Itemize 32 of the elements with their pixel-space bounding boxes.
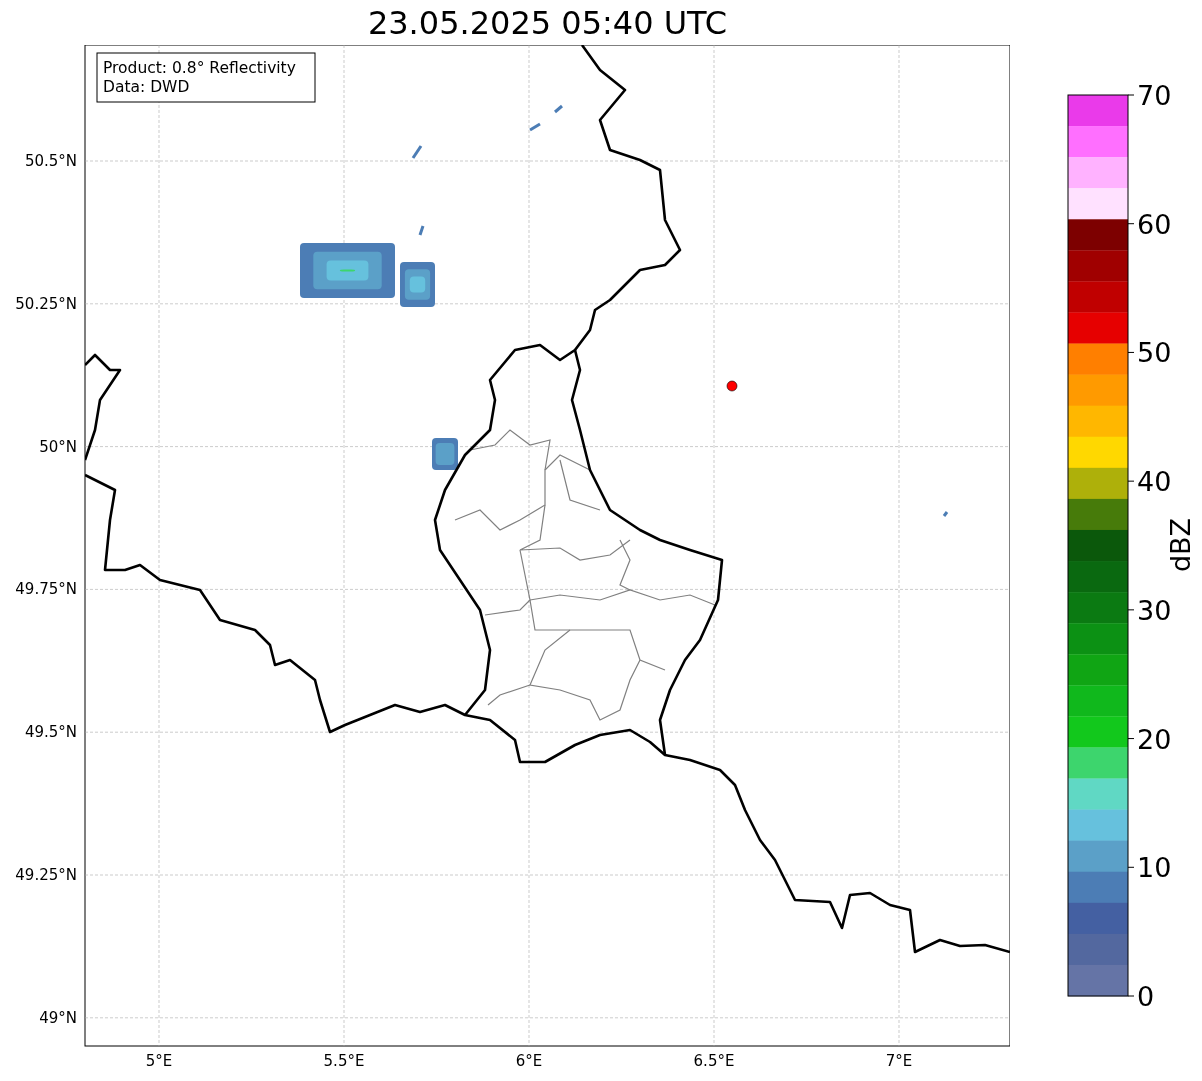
y-tick-label: 49.25°N — [15, 866, 77, 884]
colorbar-tick-label: 10 — [1137, 852, 1172, 884]
x-tick-label: 5°E — [145, 1052, 173, 1070]
colorbar-tick-label: 70 — [1137, 80, 1172, 111]
y-tick-label: 50°N — [39, 437, 77, 456]
x-tick-label: 5.5°E — [323, 1052, 365, 1070]
colorbar-tick-label: 0 — [1137, 981, 1155, 1012]
colorbar-tick-label: 30 — [1137, 594, 1172, 626]
x-tick-label: 7°E — [885, 1052, 913, 1070]
y-tick-label: 49°N — [39, 1008, 77, 1027]
colorbar-tick-label: 20 — [1137, 723, 1172, 755]
radar-echo-drawing — [432, 438, 458, 470]
radar-echo-drawing — [942, 511, 949, 517]
info-text: Data: DWD — [103, 78, 190, 96]
y-tick-label: 50.25°N — [15, 294, 77, 313]
y-tick-label: 50.5°N — [24, 152, 77, 170]
radar-echo-drawing — [400, 262, 435, 307]
chart-title: 23.05.2025 05:40 UTC — [367, 2, 728, 43]
radar-echo-drawing — [554, 104, 563, 114]
x-tick-label: 6.5°E — [693, 1052, 735, 1070]
colorbar-tick-label: 50 — [1137, 337, 1172, 369]
info-text: Product: 0.8° Reflectivity — [103, 59, 296, 77]
location-marker-icon — [726, 380, 738, 392]
y-tick-label: 49.75°N — [15, 580, 77, 599]
radar-echo-drawing — [529, 122, 541, 132]
colorbar-label: dBZ — [1165, 517, 1196, 573]
x-tick-label: 6°E — [515, 1052, 543, 1070]
colorbar-tick-label: 60 — [1137, 208, 1172, 240]
radar-echo-drawing — [411, 145, 423, 159]
colorbar-tick-label: 40 — [1137, 466, 1172, 498]
y-tick-label: 49.5°N — [24, 723, 77, 742]
radar-echo-drawing — [418, 225, 425, 236]
